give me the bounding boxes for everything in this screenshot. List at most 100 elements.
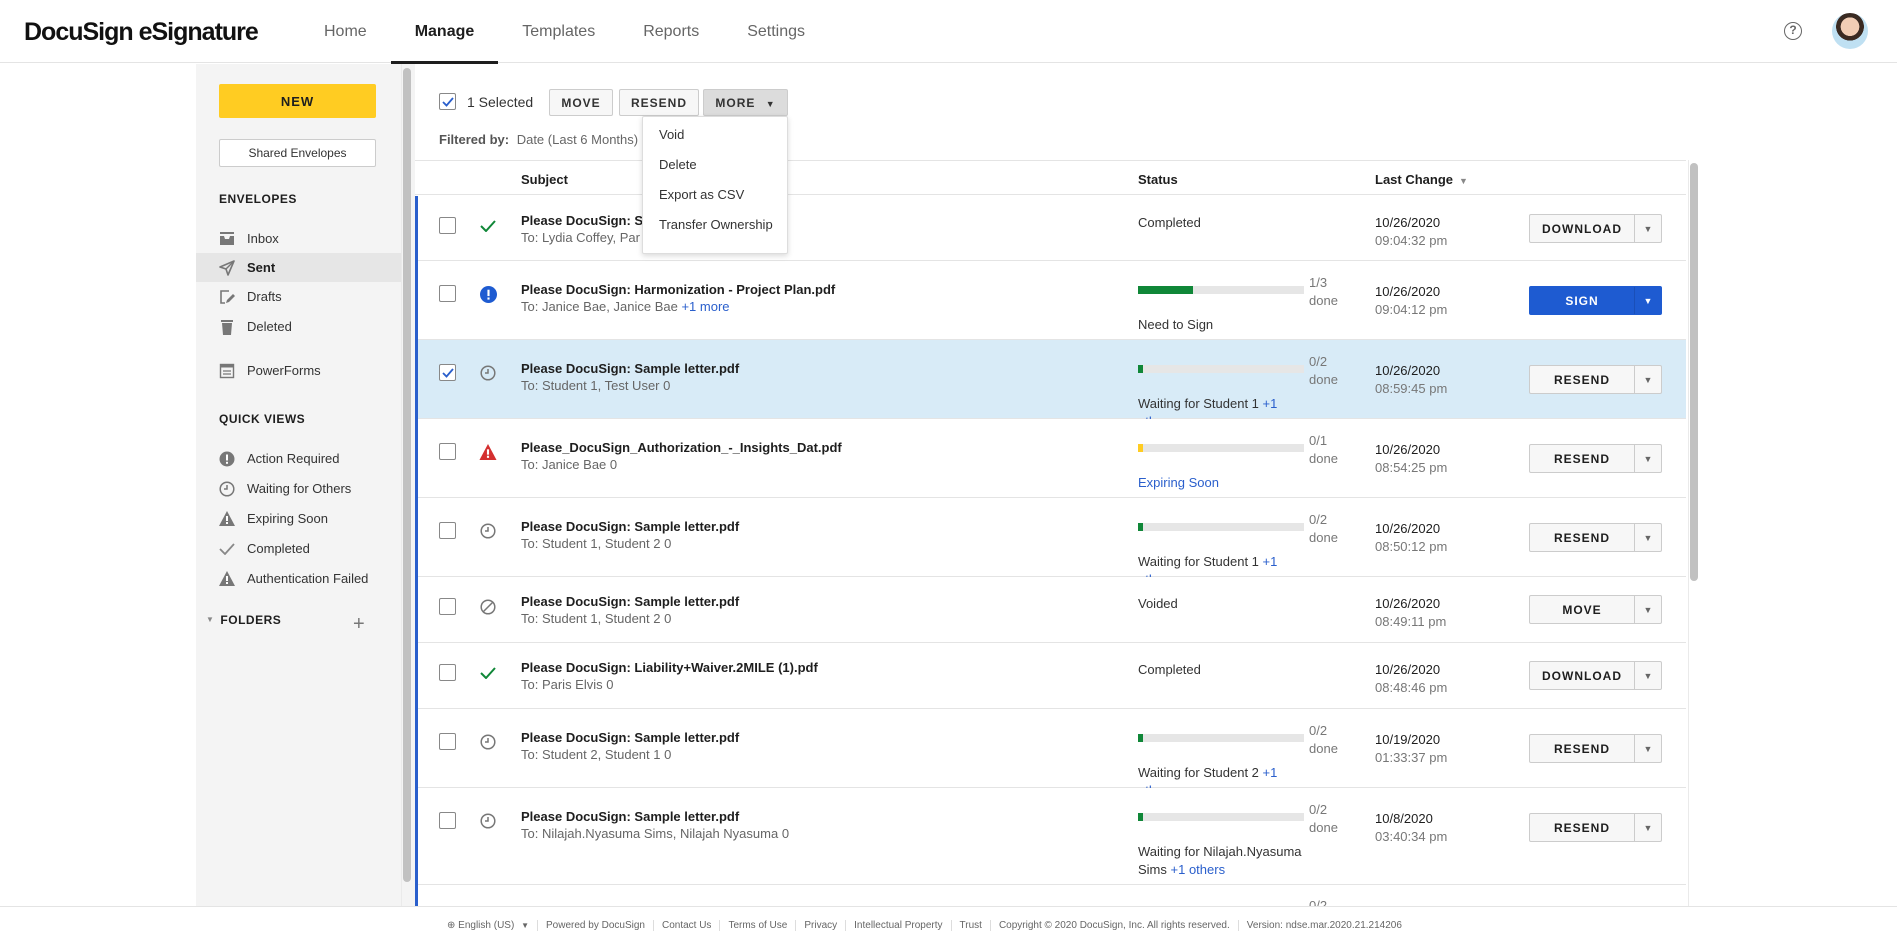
footer-link-privacy[interactable]: Privacy	[795, 920, 845, 931]
select-all-checkbox[interactable]	[439, 93, 456, 110]
exclamation-circle-icon	[219, 451, 235, 467]
footer-link-powered-by[interactable]: Powered by DocuSign	[537, 920, 653, 931]
envelope-subject[interactable]: Please DocuSign: Sample letter.pdf	[521, 730, 739, 745]
envelope-subject[interactable]: Please DocuSign: S	[521, 213, 643, 228]
sidebar-item-drafts[interactable]: Drafts	[196, 282, 401, 311]
row-checkbox[interactable]	[439, 522, 456, 539]
download-button[interactable]: DOWNLOAD	[1530, 215, 1634, 242]
nav-templates[interactable]: Templates	[498, 0, 619, 63]
sidebar-scrollbar-thumb[interactable]	[403, 68, 411, 882]
move-button[interactable]: MOVE	[549, 89, 613, 116]
sidebar-item-powerforms[interactable]: PowerForms	[196, 356, 401, 385]
row-checkbox[interactable]	[439, 443, 456, 460]
sidebar-item-expiring-soon[interactable]: Expiring Soon	[196, 504, 401, 533]
resend-button[interactable]: RESEND	[619, 89, 699, 116]
progress-fill	[1138, 365, 1143, 373]
send-icon	[219, 259, 235, 276]
language-selector[interactable]: ⊕ English (US) ▼	[447, 920, 537, 931]
menu-item-void[interactable]: Void	[643, 125, 787, 155]
resend-button[interactable]: RESEND	[1530, 445, 1634, 472]
help-icon[interactable]: ?	[1784, 22, 1802, 40]
move-button[interactable]: MOVE	[1530, 596, 1634, 623]
column-last-change[interactable]: Last Change ▼	[1375, 172, 1468, 187]
footer-link-ip[interactable]: Intellectual Property	[845, 920, 950, 931]
action-menu-caret-icon[interactable]: ▼	[1634, 445, 1661, 472]
sidebar-item-completed[interactable]: Completed	[196, 534, 401, 563]
sidebar-item-waiting-for-others[interactable]: Waiting for Others	[196, 474, 401, 503]
footer-link-terms[interactable]: Terms of Use	[719, 920, 795, 931]
sidebar-item-action-required[interactable]: Action Required	[196, 444, 401, 473]
action-menu-caret-icon[interactable]: ▼	[1634, 366, 1661, 393]
new-button[interactable]: NEW	[219, 84, 376, 118]
action-menu-caret-icon[interactable]: ▼	[1634, 524, 1661, 551]
sign-button[interactable]: SIGN	[1530, 287, 1634, 314]
envelope-subject[interactable]: Please DocuSign: Liability+Waiver.2MILE …	[521, 660, 818, 675]
filter-value[interactable]: Date (Last 6 Months)	[517, 132, 638, 147]
table-row[interactable]: Please_DocuSign_Authorization_-_Insights…	[415, 419, 1686, 498]
resend-button[interactable]: RESEND	[1530, 366, 1634, 393]
action-menu-caret-icon[interactable]: ▼	[1634, 596, 1661, 623]
row-checkbox[interactable]	[439, 217, 456, 234]
menu-item-export-csv[interactable]: Export as CSV	[643, 185, 787, 215]
row-checkbox[interactable]	[439, 598, 456, 615]
envelope-subject[interactable]: Please DocuSign: Sample letter.pdf	[521, 361, 739, 376]
row-checkbox[interactable]	[439, 733, 456, 750]
docusign-logo[interactable]: DocuSign eSignature	[24, 18, 259, 47]
action-menu-caret-icon[interactable]: ▼	[1634, 735, 1661, 762]
table-row[interactable]: Please DocuSign: Liability+Waiver.2MILE …	[415, 643, 1686, 709]
envelope-recipients: To: Janice Bae, Janice Bae +1 more	[521, 299, 730, 314]
action-menu-caret-icon[interactable]: ▼	[1634, 814, 1661, 841]
nav-reports[interactable]: Reports	[619, 0, 723, 63]
footer-link-trust[interactable]: Trust	[950, 920, 990, 931]
avatar[interactable]	[1832, 13, 1868, 49]
clock-icon	[479, 522, 497, 540]
more-recipients-link[interactable]: +1 more	[681, 299, 729, 314]
action-menu-caret-icon[interactable]: ▼	[1634, 287, 1661, 314]
progress-bar	[1138, 813, 1304, 821]
folders-toggle[interactable]: ▼ FOLDERS	[196, 605, 401, 634]
table-row[interactable]: Please DocuSign: S To: Lydia Coffey, Par C…	[415, 196, 1686, 261]
table-row[interactable]: Please DocuSign: Sample letter.pdf To: St…	[415, 340, 1686, 429]
more-button[interactable]: MORE ▼	[703, 89, 788, 116]
table-scrollbar-thumb[interactable]	[1690, 163, 1698, 581]
sidebar-item-inbox[interactable]: Inbox	[196, 224, 401, 253]
row-checkbox[interactable]	[439, 285, 456, 302]
row-checkbox[interactable]	[439, 364, 456, 381]
status-link[interactable]: +1 others	[1171, 862, 1226, 877]
sidebar-item-authentication-failed[interactable]: Authentication Failed	[196, 564, 401, 593]
action-menu-caret-icon[interactable]: ▼	[1634, 215, 1661, 242]
sort-desc-icon[interactable]: ▼	[1459, 176, 1468, 186]
last-change-date: 10/26/2020	[1375, 215, 1441, 230]
table-row[interactable]: Please DocuSign: Sample letter.pdf To: St…	[415, 709, 1686, 798]
shared-envelopes-button[interactable]: Shared Envelopes	[219, 139, 376, 167]
envelope-subject[interactable]: Please_DocuSign_Authorization_-_Insights…	[521, 440, 842, 455]
column-status[interactable]: Status	[1138, 172, 1178, 187]
download-button[interactable]: DOWNLOAD	[1530, 662, 1634, 689]
sidebar-item-deleted[interactable]: Deleted	[196, 312, 401, 341]
row-checkbox[interactable]	[439, 664, 456, 681]
resend-button[interactable]: RESEND	[1530, 814, 1634, 841]
nav-settings[interactable]: Settings	[723, 0, 829, 63]
row-checkbox[interactable]	[439, 812, 456, 829]
status-link[interactable]: Expiring Soon	[1138, 475, 1219, 490]
main-nav: Home Manage Templates Reports Settings	[300, 0, 829, 64]
envelope-subject[interactable]: Please DocuSign: Sample letter.pdf	[521, 809, 739, 824]
envelope-subject[interactable]: Please DocuSign: Sample letter.pdf	[521, 519, 739, 534]
sidebar-item-sent[interactable]: Sent	[196, 253, 401, 282]
table-row[interactable]: Please DocuSign: Sample letter.pdf To: Ni…	[415, 788, 1686, 885]
table-row[interactable]: Please DocuSign: Harmonization - Project…	[415, 261, 1686, 340]
nav-manage[interactable]: Manage	[390, 0, 499, 64]
menu-item-transfer-ownership[interactable]: Transfer Ownership	[643, 215, 787, 245]
footer-link-contact[interactable]: Contact Us	[652, 920, 719, 931]
action-menu-caret-icon[interactable]: ▼	[1634, 662, 1661, 689]
column-subject[interactable]: Subject	[521, 172, 568, 187]
table-row[interactable]: Please DocuSign: Sample letter.pdf To: St…	[415, 577, 1686, 643]
envelope-subject[interactable]: Please DocuSign: Sample letter.pdf	[521, 594, 739, 609]
resend-button[interactable]: RESEND	[1530, 735, 1634, 762]
resend-button[interactable]: RESEND	[1530, 524, 1634, 551]
nav-home[interactable]: Home	[300, 0, 391, 63]
table-row[interactable]: Please DocuSign: Sample letter.pdf To: St…	[415, 498, 1686, 587]
envelope-subject[interactable]: Please DocuSign: Harmonization - Project…	[521, 282, 835, 297]
add-folder-icon[interactable]: +	[353, 614, 365, 634]
menu-item-delete[interactable]: Delete	[643, 155, 787, 185]
